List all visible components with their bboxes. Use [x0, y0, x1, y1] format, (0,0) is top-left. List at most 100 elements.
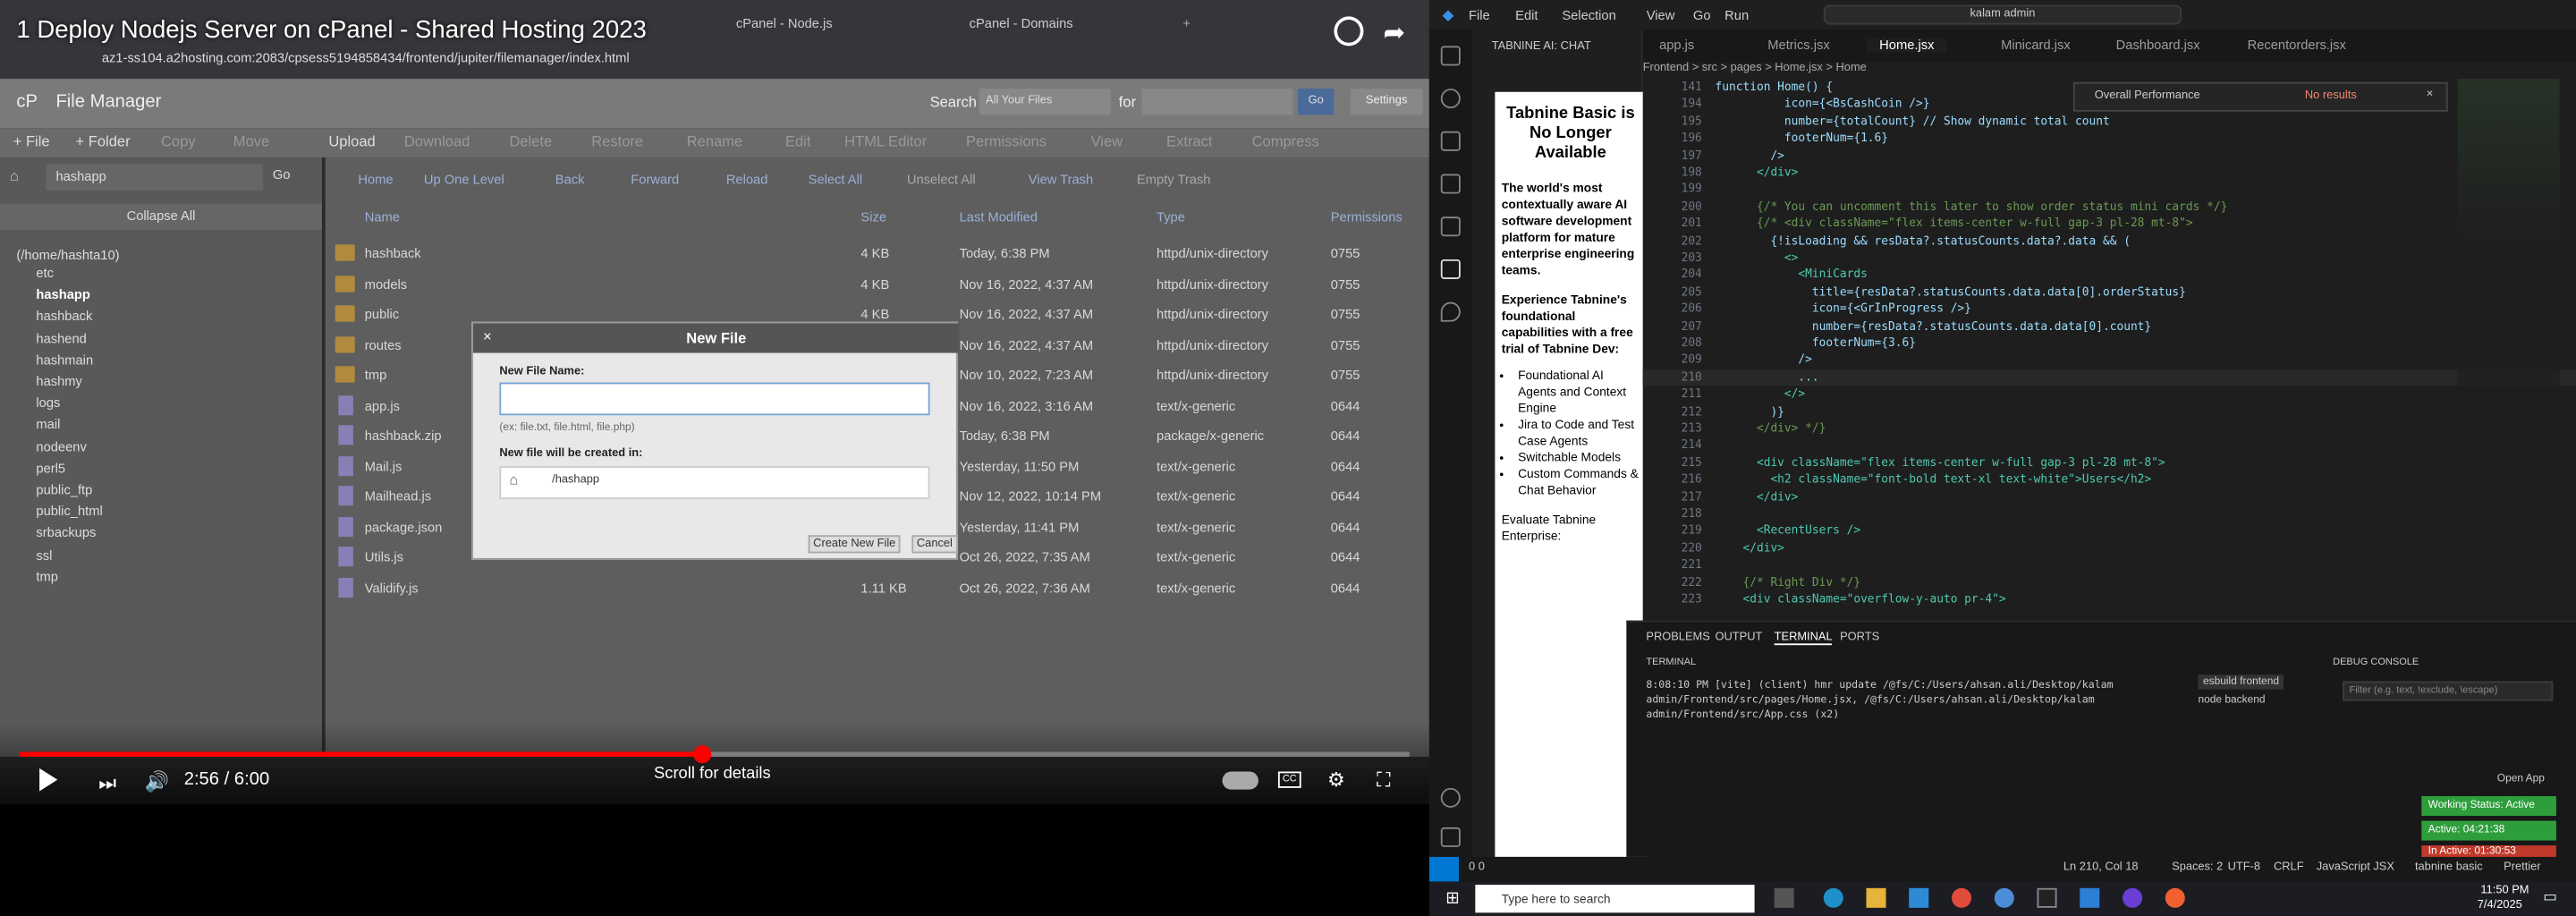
terminal-output[interactable]: 8:08:10 PM [vite] (client) hmr update /@… [1646, 678, 2174, 723]
home-icon[interactable]: ⌂ [10, 167, 19, 183]
code-line[interactable]: 197 /> [1643, 147, 2576, 164]
compress-button[interactable]: Compress [1252, 133, 1319, 149]
search-icon[interactable] [1440, 89, 1461, 109]
windows-start-icon[interactable]: ⊞ [1445, 890, 1459, 908]
prettier-status[interactable]: Prettier [2504, 861, 2540, 873]
tree-item[interactable]: perl5 [36, 461, 65, 476]
extract-button[interactable]: Extract [1166, 133, 1212, 149]
table-row[interactable]: Validify.js 1.11 KB Oct 26, 2022, 7:36 AM t… [326, 573, 1429, 603]
tab-recentorders-jsx[interactable]: Recentorders.jsx [2248, 38, 2346, 53]
code-line[interactable]: 198 </div> [1643, 165, 2576, 182]
nav-up-button[interactable]: Up One Level [424, 173, 504, 188]
menu-item[interactable]: Selection [1562, 8, 1615, 23]
zoom-icon[interactable] [2123, 887, 2143, 908]
code-line[interactable]: 205 title={resData?.statusCounts.data.da… [1643, 284, 2576, 301]
cursor-position[interactable]: Ln 210, Col 18 [2063, 861, 2139, 873]
menu-item[interactable]: View [1647, 8, 1675, 23]
nav-forward-button[interactable]: Forward [631, 173, 679, 188]
tab-terminal[interactable]: TERMINAL [1774, 632, 1833, 646]
code-line[interactable]: 209 /> [1643, 352, 2576, 369]
notification-icon[interactable]: ▭ [2543, 888, 2557, 906]
new-file-name-input[interactable] [499, 382, 930, 416]
manage-gear-icon[interactable] [1440, 827, 1461, 847]
code-line[interactable]: 211 </> [1643, 386, 2576, 403]
permissions-button[interactable]: Permissions [966, 133, 1046, 149]
vscode-icon[interactable] [2080, 887, 2100, 908]
autoplay-toggle[interactable] [1222, 771, 1258, 790]
path-go-button[interactable]: Go [273, 167, 291, 182]
nav-view-trash-button[interactable]: View Trash [1029, 173, 1093, 188]
code-line[interactable]: 195 number={totalCount} // Show dynamic … [1643, 113, 2576, 130]
code-line[interactable]: 212 )} [1643, 403, 2576, 420]
tree-item[interactable]: mail [36, 418, 60, 433]
col-modified[interactable]: Last Modified [960, 210, 1038, 225]
table-row[interactable]: models 4 KB Nov 16, 2022, 4:37 AM httpd/uni… [326, 270, 1429, 300]
code-line[interactable]: 215 <div className="flex items-center w-… [1643, 454, 2576, 471]
restore-button[interactable]: Restore [591, 133, 643, 149]
cancel-button[interactable]: Cancel [911, 535, 958, 554]
code-editor[interactable]: 141 function Home() {194 icon={<BsCashCoi… [1642, 79, 2576, 638]
tree-item[interactable]: public_ftp [36, 483, 92, 498]
settings-icon[interactable]: ⚙ [1327, 768, 1345, 792]
tree-item[interactable]: hashmain [36, 352, 93, 368]
captions-icon[interactable]: CC [1277, 771, 1301, 788]
tabnine-icon[interactable] [1440, 259, 1461, 279]
code-line[interactable]: 214 [1643, 437, 2576, 454]
run-debug-icon[interactable] [1440, 174, 1461, 194]
progress-handle[interactable] [692, 745, 711, 764]
menu-item[interactable]: Go [1693, 8, 1711, 23]
code-line[interactable]: 202 {!isLoading && resData?.statusCounts… [1643, 233, 2576, 250]
collapse-all-button[interactable]: Collapse All [0, 203, 322, 230]
view-button[interactable]: View [1091, 133, 1123, 149]
tab-output[interactable]: OUTPUT [1716, 632, 1763, 644]
new-tab-icon[interactable]: + [1182, 10, 1191, 39]
find-input[interactable]: Overall Performance [2095, 90, 2200, 102]
code-line[interactable]: 207 number={resData?.statusCounts.data.d… [1643, 318, 2576, 335]
col-name[interactable]: Name [365, 210, 400, 225]
code-line[interactable]: 213 </div> */} [1643, 420, 2576, 437]
search-scope-select[interactable]: All Your Files [979, 89, 1111, 115]
search-input[interactable] [1141, 89, 1293, 115]
col-size[interactable]: Size [860, 210, 886, 225]
tree-item[interactable]: ssl [36, 547, 52, 563]
tab-ports[interactable]: PORTS [1840, 632, 1879, 644]
terminal-node[interactable]: node backend [2199, 694, 2266, 706]
upload-button[interactable]: Upload [328, 133, 375, 149]
new-file-button[interactable]: + File [13, 133, 50, 149]
tree-item[interactable]: hashback [36, 310, 92, 325]
postman-icon[interactable] [2165, 887, 2185, 908]
url-bar[interactable]: az1-ss104.a2hosting.com:2083/cpsess51948… [102, 46, 1252, 72]
edit-button[interactable]: Edit [785, 133, 810, 149]
tabnine-status[interactable]: tabnine basic [2415, 861, 2483, 873]
code-line[interactable]: 219 <RecentUsers /> [1643, 522, 2576, 539]
tree-item[interactable]: nodeenv [36, 439, 86, 454]
video-title[interactable]: 1 Deploy Nodejs Server on cPanel - Share… [16, 16, 646, 44]
breadcrumb[interactable]: Frontend > src > pages > Home.jsx > Home [1643, 63, 1867, 74]
explorer-icon[interactable] [1440, 46, 1461, 66]
nav-back-button[interactable]: Back [555, 173, 585, 188]
code-line[interactable]: 221 [1643, 556, 2576, 573]
tab-dashboard-jsx[interactable]: Dashboard.jsx [2116, 38, 2200, 53]
tree-item[interactable]: etc [36, 266, 54, 281]
tree-item[interactable]: srbackups [36, 526, 96, 541]
taskbar-search[interactable]: Type here to search [1475, 885, 1755, 913]
terminal-icon[interactable] [2037, 887, 2057, 908]
line-ending[interactable]: CRLF [2274, 861, 2304, 873]
scroll-hint[interactable]: Scroll for details [654, 765, 771, 783]
settings-button[interactable]: Settings [1350, 89, 1423, 115]
code-line[interactable]: 201 {/* <div className="flex items-cente… [1643, 216, 2576, 233]
taskbar-date[interactable]: 7/4/2025 [2478, 900, 2522, 912]
fullscreen-icon[interactable]: ⛶ [1377, 768, 1390, 793]
tree-item[interactable]: hashapp [36, 287, 89, 302]
tree-item[interactable]: public_html [36, 505, 102, 520]
nav-empty-trash-button[interactable]: Empty Trash [1137, 173, 1210, 188]
chrome-icon[interactable] [1951, 887, 1972, 908]
remote-icon[interactable] [1428, 856, 1459, 882]
code-line[interactable]: 204 <MiniCards [1643, 267, 2576, 284]
code-line[interactable]: 199 [1643, 182, 2576, 199]
code-line[interactable]: 200 {/* You can uncomment this later to … [1643, 199, 2576, 216]
nav-home-button[interactable]: Home [358, 173, 393, 188]
code-line[interactable]: 210 ... [1642, 369, 2576, 386]
tab-home-jsx[interactable]: Home.jsx [1866, 38, 1948, 53]
delete-button[interactable]: Delete [509, 133, 552, 149]
